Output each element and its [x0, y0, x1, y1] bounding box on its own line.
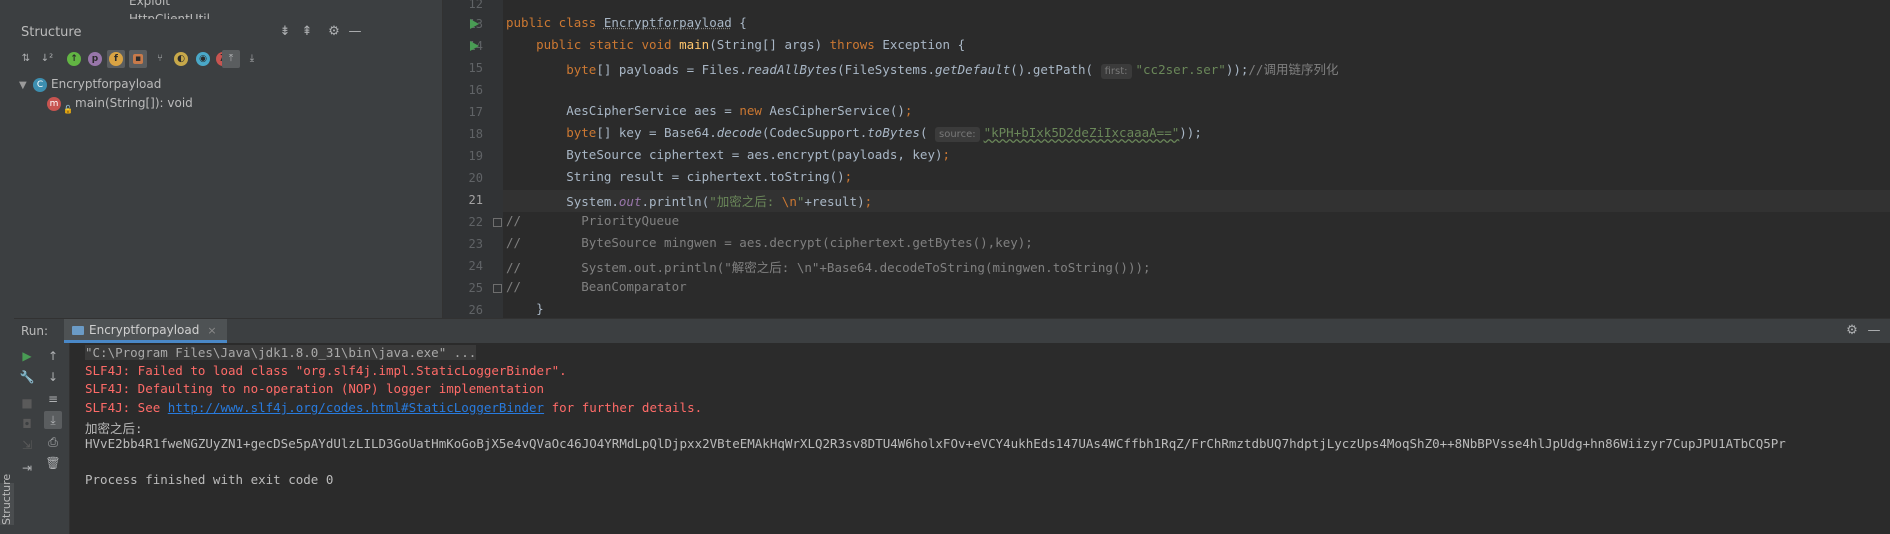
login-icon[interactable]: ⇥ — [18, 459, 36, 477]
autoscroll-from-source-icon[interactable]: ⤓ — [243, 50, 261, 68]
minimize-icon[interactable]: — — [346, 23, 364, 41]
code-line-18: byte[] key = Base64.decode(CodecSupport.… — [566, 125, 1202, 142]
structure-panel: Exploit HttpClientUtil Structure ⇟ ⇞ ⚙ —… — [14, 0, 443, 318]
console-error-line: SLF4J: See http://www.slf4j.org/codes.ht… — [85, 400, 703, 415]
parameter-hint: source: — [935, 127, 980, 142]
camera-icon[interactable]: ◘ — [18, 415, 36, 433]
trash-icon[interactable]: 🗑 — [44, 454, 62, 472]
line-number: 24 — [468, 259, 483, 273]
stop-icon[interactable]: ■ — [18, 394, 36, 412]
line-number: 12 — [468, 0, 483, 11]
structure-title: Structure — [21, 25, 82, 40]
show-inherited-icon[interactable]: ↑ — [65, 50, 83, 68]
up-arrow-icon[interactable]: ↑ — [44, 347, 62, 365]
show-anonymous-icon[interactable]: ◐ — [172, 50, 190, 68]
down-arrow-icon[interactable]: ↓ — [44, 368, 62, 386]
fold-marker-icon[interactable] — [493, 284, 502, 293]
chevron-down-icon[interactable]: ▼ — [19, 76, 33, 96]
line-number: 19 — [468, 149, 483, 163]
run-toolbar-secondary: ↑ ↓ ≡ ⤓ ⎙ 🗑 — [40, 343, 70, 534]
class-icon: C — [33, 77, 47, 92]
line-number: 20 — [468, 171, 483, 185]
line-number: 16 — [468, 83, 483, 97]
show-fields-icon[interactable]: f — [107, 50, 125, 68]
run-panel-header: Run: Encryptforpayload × ⚙ — — [14, 318, 1890, 344]
code-line-25: // BeanComparator — [506, 279, 687, 294]
collapse-all-icon[interactable]: ⇞ — [298, 23, 316, 41]
line-number: 18 — [468, 127, 483, 141]
line-number: 25 — [468, 281, 483, 295]
wrench-icon[interactable]: 🔧 — [18, 368, 36, 386]
tree-item-class[interactable]: ▼ C Encryptforpayload — [19, 74, 161, 94]
run-label: Run: — [21, 324, 49, 338]
show-properties-icon[interactable]: p — [86, 50, 104, 68]
line-number: 15 — [468, 61, 483, 75]
line-number: 22 — [468, 215, 483, 229]
gear-icon[interactable]: ⚙ — [1843, 322, 1861, 340]
line-number: 23 — [468, 237, 483, 251]
structure-vertical-tab[interactable]: Structure — [0, 474, 14, 525]
run-toolbar-primary: ▶ 🔧 ■ ◘ ⇲ ⇥ — [14, 343, 40, 534]
code-line-19: ByteSource ciphertext = aes.encrypt(payl… — [566, 147, 951, 162]
show-inheritance-icon[interactable]: ⑂ — [151, 50, 169, 68]
run-console[interactable]: "C:\Program Files\Java\jdk1.8.0_31\bin\j… — [70, 343, 1890, 534]
method-icon: m — [47, 96, 61, 111]
structure-header: Structure ⇟ ⇞ ⚙ — — [14, 20, 442, 44]
tree-item-label: main(String[]): void — [75, 96, 193, 110]
tree-item-label: Encryptforpayload — [51, 77, 162, 91]
code-line-26: } — [506, 301, 544, 316]
minimize-icon[interactable]: — — [1865, 322, 1883, 340]
close-icon[interactable]: × — [207, 324, 216, 337]
expand-all-icon[interactable]: ⇟ — [276, 23, 294, 41]
console-error-line: SLF4J: Defaulting to no-operation (NOP) … — [85, 381, 545, 396]
code-line-14: public static void main(String[] args) t… — [536, 37, 966, 52]
line-number: 17 — [468, 105, 483, 119]
slf4j-link[interactable]: http://www.slf4j.org/codes.html#StaticLo… — [168, 400, 544, 415]
soft-wrap-icon[interactable]: ≡ — [44, 390, 62, 408]
sort-alphabetically-icon[interactable]: ↓² — [38, 50, 56, 68]
editor-gutter: 12 13 14 15 16 17 18 19 20 21 22 23 24 2… — [443, 0, 503, 318]
public-access-icon: 🔓 — [63, 104, 73, 114]
fold-marker-icon[interactable] — [493, 218, 502, 227]
line-number-current: 21 — [468, 193, 483, 207]
console-command-line: "C:\Program Files\Java\jdk1.8.0_31\bin\j… — [85, 345, 477, 360]
code-line-24: // System.out.println("解密之后: \n"+Base64.… — [506, 260, 1151, 275]
code-line-21: System.out.println("加密之后: \n"+result); — [566, 194, 873, 209]
console-exit-line: Process finished with exit code 0 — [85, 472, 334, 487]
show-non-public-icon[interactable]: ▪ — [129, 50, 147, 68]
tab-run-encryptforpayload[interactable]: Encryptforpayload × — [64, 319, 227, 343]
console-error-line: SLF4J: Failed to load class "org.slf4j.i… — [85, 363, 567, 378]
code-line-15: byte[] payloads = Files.readAllBytes(Fil… — [566, 62, 1339, 79]
rerun-icon[interactable]: ▶ — [18, 347, 36, 365]
run-main-icon[interactable] — [470, 41, 479, 51]
scroll-to-end-icon[interactable]: ⤓ — [44, 411, 62, 429]
code-line-23: // ByteSource mingwen = aes.decrypt(ciph… — [506, 235, 1033, 250]
exit-icon[interactable]: ⇲ — [18, 436, 36, 454]
structure-toolbar: ⇅ ↓² ↑ p f ▪ ⑂ ◐ ◉ λ ⤒ ⤓ — [14, 48, 442, 72]
code-line-20: String result = ciphertext.toString(); — [566, 169, 853, 184]
clipped-tree-item: Exploit — [129, 0, 171, 8]
tab-title: Encryptforpayload — [89, 323, 200, 337]
autoscroll-to-source-icon[interactable]: ⤒ — [222, 50, 240, 68]
line-number: 26 — [468, 303, 483, 317]
left-tool-strip: Structure — [0, 0, 15, 534]
code-line-17: AesCipherService aes = new AesCipherServ… — [566, 103, 913, 118]
code-line-22: // PriorityQueue — [506, 213, 680, 228]
console-output-label: 加密之后: — [85, 421, 143, 436]
run-config-icon — [72, 326, 84, 335]
console-output-value: HVvE2bb4R1fweNGZUyZN1+gecDSe5pAYdUlzLILD… — [85, 436, 1786, 451]
tree-item-method[interactable]: m🔓 main(String[]): void — [47, 93, 193, 114]
show-lambdas-icon[interactable]: ◉ — [194, 50, 212, 68]
code-editor[interactable]: public class Encryptforpayload { public … — [503, 0, 1890, 318]
sort-by-type-icon[interactable]: ⇅ — [17, 50, 35, 68]
parameter-hint: first: — [1100, 64, 1132, 79]
print-icon[interactable]: ⎙ — [44, 433, 62, 451]
run-class-icon[interactable] — [470, 19, 479, 29]
code-line-13: public class Encryptforpayload { — [506, 15, 747, 30]
clipped-tree-item: HttpClientUtil — [129, 12, 210, 19]
gear-icon[interactable]: ⚙ — [325, 23, 343, 41]
